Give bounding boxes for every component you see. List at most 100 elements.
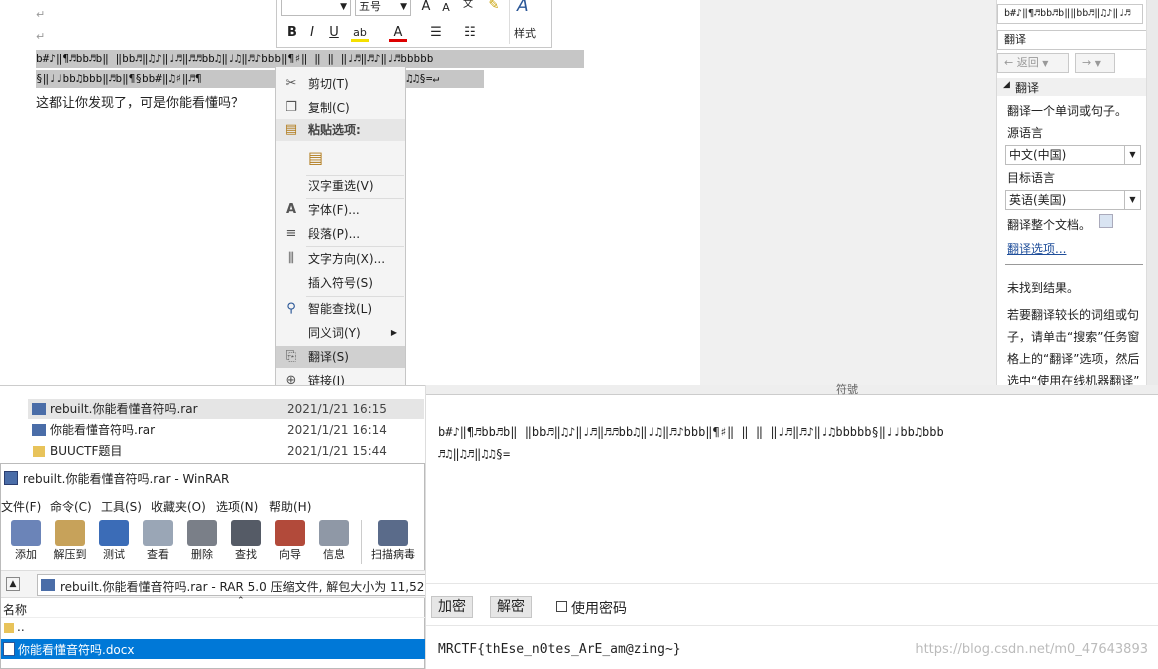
use-password-label[interactable]: 使用密码	[571, 598, 627, 618]
archive-path-field[interactable]: rebuilt.你能看懂音符吗.rar - RAR 5.0 压缩文件, 解包大小…	[37, 574, 426, 596]
menu-reconvert[interactable]: 汉字重选(V)	[276, 175, 405, 197]
list-item[interactable]: ..	[1, 620, 426, 638]
font-size-field[interactable]: 五号 ▼	[355, 0, 411, 16]
styles-label[interactable]: 样式	[514, 25, 536, 41]
menu-options[interactable]: 选项(N)	[216, 498, 258, 515]
text-direction-icon: ⫼	[288, 251, 294, 266]
up-folder-icon[interactable]: ▲	[6, 577, 20, 591]
menu-tools[interactable]: 工具(S)	[101, 498, 142, 515]
tool-label: 添加	[15, 548, 37, 561]
selected-cipher-line-2[interactable]: §‖♩♩bb♫bbb‖♬b‖¶§bb#‖♫♯‖♬¶	[36, 70, 276, 88]
font-name-field[interactable]: ▼	[281, 0, 351, 16]
note-cipher-tool: 符號 b#♪‖¶♬bb♬b‖ ‖bb♬‖♫♪‖♩♬‖♬♬bb♫‖♩♫‖♬♪bbb…	[425, 383, 1158, 669]
parent-folder-icon	[4, 623, 14, 633]
section-header[interactable]: ◢ 翻译	[997, 78, 1158, 96]
tool-find[interactable]: 查找	[224, 520, 268, 562]
menu-paste-options-header: ▤ 粘贴选项:	[276, 119, 405, 141]
search-input[interactable]: b#♪‖¶♬bb♬b‖‖bb♬‖♫♪‖♩♬	[997, 4, 1143, 24]
menu-smart-lookup[interactable]: ⚲ 智能查找(L)	[276, 298, 405, 320]
target-language-select[interactable]: 英语(美国) ▼	[1005, 190, 1141, 210]
decrypted-flag[interactable]: MRCTF{thEse_n0tes_ArE_am@zing~}	[438, 642, 681, 657]
tool-label: 查找	[235, 548, 257, 561]
menu-translate[interactable]: ⎘ 翻译(S)	[276, 346, 405, 368]
tool-scan-virus[interactable]: 扫描病毒	[363, 520, 423, 562]
translate-document-icon[interactable]	[1099, 214, 1113, 228]
copy-icon: ❐	[285, 100, 297, 115]
menu-commands[interactable]: 命令(C)	[50, 498, 92, 515]
italic-button[interactable]: I	[303, 24, 321, 42]
menu-label: 汉字重选(V)	[308, 179, 374, 193]
folder-icon	[33, 446, 45, 457]
numbering-icon[interactable]: ☷	[461, 24, 479, 42]
view-icon	[143, 520, 173, 546]
font-shrink-icon[interactable]: A	[437, 0, 455, 17]
menu-label: 文字方向(X)...	[308, 252, 386, 266]
menu-file[interactable]: 文件(F)	[1, 498, 41, 515]
arrow-right-icon: →	[1082, 56, 1092, 69]
menu-text-direction[interactable]: ⫼ 文字方向(X)...	[276, 248, 405, 270]
file-row[interactable]: BUUCTF题目 2021/1/21 15:44	[28, 441, 424, 461]
back-button[interactable]: ← 返回 ▼	[997, 53, 1069, 73]
question-text: 这都让你发现了，可是你能看懂吗？	[36, 95, 245, 110]
bullets-icon[interactable]: ☰	[427, 24, 445, 42]
selected-cipher-line-2-tail[interactable]: ♫♫§=↵	[406, 70, 484, 88]
watermark: https://blog.csdn.net/m0_47643893	[915, 642, 1148, 657]
file-name: ..	[17, 620, 25, 634]
service-select[interactable]: 翻译	[997, 30, 1158, 50]
no-results-text: 未找到结果。	[1007, 281, 1080, 295]
tool-view[interactable]: 查看	[136, 520, 180, 562]
pane-scrollbar[interactable]	[1146, 0, 1158, 385]
chevron-down-icon: ▼	[1042, 59, 1049, 68]
menu-link[interactable]: ⊕ 链接(I)	[276, 370, 405, 385]
list-item-selected[interactable]: 你能看懂音符吗.docx	[1, 639, 425, 659]
translation-options-link[interactable]: 翻译选项...	[1007, 240, 1066, 257]
use-password-checkbox[interactable]	[556, 601, 567, 612]
menu-label: 剪切(T)	[308, 77, 349, 91]
menu-label: 插入符号(S)	[308, 276, 373, 290]
tool-test[interactable]: 测试	[92, 520, 136, 562]
menu-paste-text-only[interactable]: ▤	[276, 145, 405, 173]
column-header-name[interactable]: 名称 ⌃	[1, 596, 426, 618]
test-icon	[99, 520, 129, 546]
menu-favorites[interactable]: 收藏夹(O)	[151, 498, 206, 515]
styles-icon[interactable]: A	[517, 0, 529, 16]
context-menu: ✂ 剪切(T) ❐ 复制(C) ▤ 粘贴选项: ▤ 汉字重选(V) A 字体(F)...…	[275, 66, 406, 386]
translate-icon: ⎘	[285, 349, 297, 364]
menu-font[interactable]: A 字体(F)...	[276, 199, 405, 221]
encrypt-button[interactable]: 加密	[431, 596, 473, 618]
menu-paragraph[interactable]: ≡ 段落(P)...	[276, 223, 405, 245]
underline-button[interactable]: U	[325, 24, 343, 42]
menu-cut[interactable]: ✂ 剪切(T)	[276, 73, 405, 95]
source-language-select[interactable]: 中文(中国) ▼	[1005, 145, 1141, 165]
font-size-value: 五号	[359, 0, 381, 13]
decrypt-button[interactable]: 解密	[490, 596, 532, 618]
menu-synonyms[interactable]: 同义词(Y) ▶	[276, 322, 405, 344]
cipher-text-line-2[interactable]: ♬♫‖♫♬‖♫♫§=	[438, 447, 510, 461]
find-icon	[231, 520, 261, 546]
file-explorer-list: rebuilt.你能看懂音符吗.rar 2021/1/21 16:15 你能看懂音…	[0, 385, 425, 463]
file-row[interactable]: rebuilt.你能看懂音符吗.rar 2021/1/21 16:15	[28, 399, 424, 419]
tool-extract[interactable]: 解压到	[48, 520, 92, 562]
file-name: rebuilt.你能看懂音符吗.rar	[50, 402, 198, 416]
chevron-down-icon: ▼	[1094, 59, 1101, 68]
menu-label: 翻译(S)	[308, 350, 349, 364]
menu-insert-symbol[interactable]: 插入符号(S)	[276, 272, 405, 294]
hint-text: 翻译一个单词或句子。	[1007, 104, 1128, 118]
menu-copy[interactable]: ❐ 复制(C)	[276, 97, 405, 119]
font-grow-icon[interactable]: A	[417, 0, 435, 16]
format-painter-icon[interactable]: ✎	[485, 0, 503, 15]
font-icon: A	[285, 202, 297, 217]
tool-add[interactable]: 添加	[4, 520, 48, 562]
font-color-icon[interactable]: A	[389, 24, 407, 42]
highlight-icon[interactable]: ab	[351, 24, 369, 42]
cipher-text-line-1[interactable]: b#♪‖¶♬bb♬b‖ ‖bb♬‖♫♪‖♩♬‖♬♬bb♫‖♩♫‖♬♪bbb‖¶♯…	[438, 425, 944, 439]
tool-delete[interactable]: 删除	[180, 520, 224, 562]
file-row[interactable]: 你能看懂音符吗.rar 2021/1/21 16:14	[28, 420, 424, 440]
tool-info[interactable]: 信息	[312, 520, 356, 562]
menu-help[interactable]: 帮助(H)	[269, 498, 311, 515]
forward-button[interactable]: → ▼	[1075, 53, 1115, 73]
phonetic-icon[interactable]: 文	[459, 0, 477, 14]
bold-button[interactable]: B	[283, 24, 301, 42]
tool-wizard[interactable]: 向导	[268, 520, 312, 562]
paragraph-icon: ≡	[285, 226, 297, 241]
